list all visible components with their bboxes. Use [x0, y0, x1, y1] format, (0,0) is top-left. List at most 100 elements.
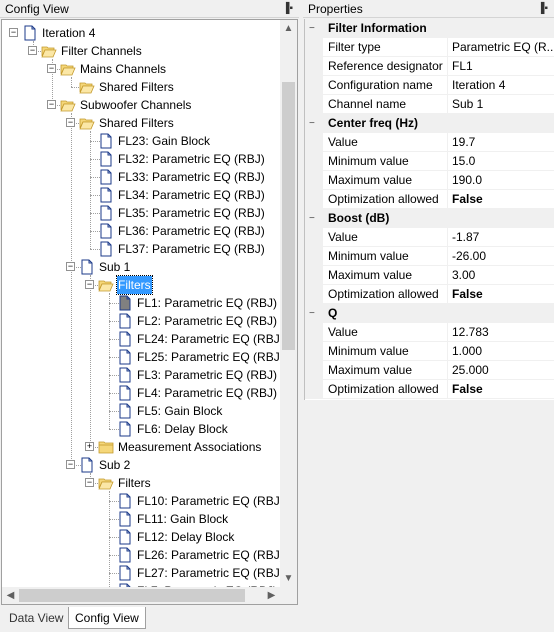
property-row[interactable]: Minimum value 15.0: [305, 152, 554, 171]
tree-node-label[interactable]: FL2: Parametric EQ (RBJ): [136, 312, 278, 330]
scroll-down-arrow-icon[interactable]: ▼: [280, 570, 297, 587]
tree-node-label[interactable]: FL35: Parametric EQ (RBJ): [117, 204, 266, 222]
property-row[interactable]: Maximum value 3.00: [305, 266, 554, 285]
property-value[interactable]: Sub 1: [452, 95, 554, 114]
property-value[interactable]: Parametric EQ (R...: [452, 38, 554, 57]
tree-node[interactable]: FL23: Gain Block: [2, 132, 282, 150]
tab-data-view[interactable]: Data View: [3, 607, 69, 629]
tab-config-view[interactable]: Config View: [68, 607, 146, 629]
tree-node-label[interactable]: FL24: Parametric EQ (RBJ): [136, 330, 285, 348]
tree-node[interactable]: Shared Filters: [2, 78, 282, 96]
tree-node-label[interactable]: Filter Channels: [60, 42, 143, 60]
tree-node[interactable]: FL32: Parametric EQ (RBJ): [2, 150, 282, 168]
tree-node-label[interactable]: FL37: Parametric EQ (RBJ): [117, 240, 266, 258]
property-value[interactable]: 190.0: [452, 171, 554, 190]
tree-node-label[interactable]: Filters: [117, 474, 152, 492]
collapse-category-icon[interactable]: −: [309, 114, 315, 133]
tree-node-label[interactable]: Mains Channels: [79, 60, 167, 78]
tree-node-label[interactable]: Iteration 4: [41, 24, 96, 42]
tree-node-label[interactable]: Shared Filters: [98, 78, 175, 96]
tree-node-label[interactable]: Measurement Associations: [117, 438, 262, 456]
tree-node-label[interactable]: Sub 1: [98, 258, 131, 276]
tree-node[interactable]: − Mains Channels: [2, 60, 282, 78]
tree-node[interactable]: FL25: Parametric EQ (RBJ): [2, 348, 285, 366]
vertical-scroll-thumb[interactable]: [282, 82, 295, 350]
tree-node[interactable]: FL34: Parametric EQ (RBJ): [2, 186, 282, 204]
tree-node-label[interactable]: Subwoofer Channels: [79, 96, 192, 114]
tree-node[interactable]: FL12: Delay Block: [2, 528, 282, 546]
collapse-toggle-icon[interactable]: −: [47, 64, 56, 73]
tree-node-label[interactable]: FL5: Gain Block: [136, 402, 223, 420]
horizontal-scroll-thumb[interactable]: [19, 589, 245, 602]
tree-node[interactable]: − Sub 1: [2, 258, 282, 276]
property-value[interactable]: False: [452, 190, 554, 209]
property-row[interactable]: Configuration name Iteration 4: [305, 76, 554, 95]
tree-node-label[interactable]: FL23: Gain Block: [117, 132, 211, 150]
property-value[interactable]: 3.00: [452, 266, 554, 285]
tree-node[interactable]: − Iteration 4: [2, 24, 282, 42]
collapse-toggle-icon[interactable]: −: [66, 118, 75, 127]
tree-node-label[interactable]: FL11: Gain Block: [136, 510, 229, 528]
property-value[interactable]: 15.0: [452, 152, 554, 171]
tree-node[interactable]: − Filter Channels: [2, 42, 282, 60]
tree-node[interactable]: − Shared Filters: [2, 114, 282, 132]
config-tree[interactable]: − Iteration 4− Filter Channels − Mains Chann…: [1, 19, 298, 605]
tree-node[interactable]: FL6: Delay Block: [2, 420, 282, 438]
scroll-left-arrow-icon[interactable]: ◀: [2, 587, 19, 604]
property-row[interactable]: Channel name Sub 1: [305, 95, 554, 114]
expand-toggle-icon[interactable]: +: [85, 442, 94, 451]
property-value[interactable]: False: [452, 380, 554, 399]
property-row[interactable]: Maximum value 25.000: [305, 361, 554, 380]
collapse-toggle-icon[interactable]: −: [9, 28, 18, 37]
property-row[interactable]: Maximum value 190.0: [305, 171, 554, 190]
property-value[interactable]: Iteration 4: [452, 76, 554, 95]
scroll-right-arrow-icon[interactable]: ▶: [263, 587, 280, 604]
collapse-toggle-icon[interactable]: −: [85, 280, 94, 289]
collapse-category-icon[interactable]: −: [309, 209, 315, 228]
tree-node-label[interactable]: FL34: Parametric EQ (RBJ): [117, 186, 266, 204]
tree-node-label[interactable]: FL10: Parametric EQ (RBJ): [136, 492, 285, 510]
property-value[interactable]: FL1: [452, 57, 554, 76]
tree-node-label[interactable]: FL27: Parametric EQ (RBJ): [136, 564, 285, 582]
scroll-up-arrow-icon[interactable]: ▲: [280, 20, 297, 37]
tree-node[interactable]: − Filters: [2, 275, 282, 295]
tree-node[interactable]: FL27: Parametric EQ (RBJ): [2, 564, 285, 582]
property-value[interactable]: 12.783: [452, 323, 554, 342]
tree-node[interactable]: − Filters: [2, 474, 282, 492]
tree-node-label[interactable]: FL25: Parametric EQ (RBJ): [136, 348, 285, 366]
tree-node[interactable]: − Sub 2: [2, 456, 282, 474]
property-row[interactable]: Reference designator FL1: [305, 57, 554, 76]
tree-node-label[interactable]: Sub 2: [98, 456, 131, 474]
tree-node[interactable]: FL33: Parametric EQ (RBJ): [2, 168, 282, 186]
property-category[interactable]: − Q: [305, 304, 554, 323]
property-value[interactable]: -26.00: [452, 247, 554, 266]
property-category[interactable]: − Boost (dB): [305, 209, 554, 228]
property-row[interactable]: Value -1.87: [305, 228, 554, 247]
collapse-category-icon[interactable]: −: [309, 19, 315, 38]
pin-icon[interactable]: ▐▪: [537, 0, 548, 18]
tree-node[interactable]: FL3: Parametric EQ (RBJ): [2, 366, 282, 384]
tree-node[interactable]: FL35: Parametric EQ (RBJ): [2, 204, 282, 222]
tree-node-label[interactable]: FL33: Parametric EQ (RBJ): [117, 168, 266, 186]
vertical-scrollbar[interactable]: ▲ ▼: [280, 20, 297, 587]
tree-node-label[interactable]: FL36: Parametric EQ (RBJ): [117, 222, 266, 240]
property-category[interactable]: − Center freq (Hz): [305, 114, 554, 133]
property-row[interactable]: Filter type Parametric EQ (R...: [305, 38, 554, 57]
collapse-toggle-icon[interactable]: −: [28, 46, 37, 55]
tree-node-label[interactable]: FL12: Delay Block: [136, 528, 235, 546]
property-value[interactable]: False: [452, 285, 554, 304]
collapse-toggle-icon[interactable]: −: [85, 478, 94, 487]
tree-node-label[interactable]: FL3: Parametric EQ (RBJ): [136, 366, 278, 384]
tree-node[interactable]: FL26: Parametric EQ (RBJ): [2, 546, 284, 564]
tree-node-label[interactable]: FL6: Delay Block: [136, 420, 229, 438]
tree-node[interactable]: FL36: Parametric EQ (RBJ): [2, 222, 282, 240]
tree-node-label[interactable]: FL4: Parametric EQ (RBJ): [136, 384, 278, 402]
collapse-toggle-icon[interactable]: −: [66, 460, 75, 469]
collapse-toggle-icon[interactable]: −: [47, 100, 56, 109]
tree-node[interactable]: FL10: Parametric EQ (RBJ): [2, 492, 285, 510]
tree-node-label[interactable]: FL32: Parametric EQ (RBJ): [117, 150, 266, 168]
collapse-toggle-icon[interactable]: −: [66, 262, 75, 271]
property-row[interactable]: Value 19.7: [305, 133, 554, 152]
tree-node-label[interactable]: Filters: [116, 275, 153, 295]
property-value[interactable]: 19.7: [452, 133, 554, 152]
